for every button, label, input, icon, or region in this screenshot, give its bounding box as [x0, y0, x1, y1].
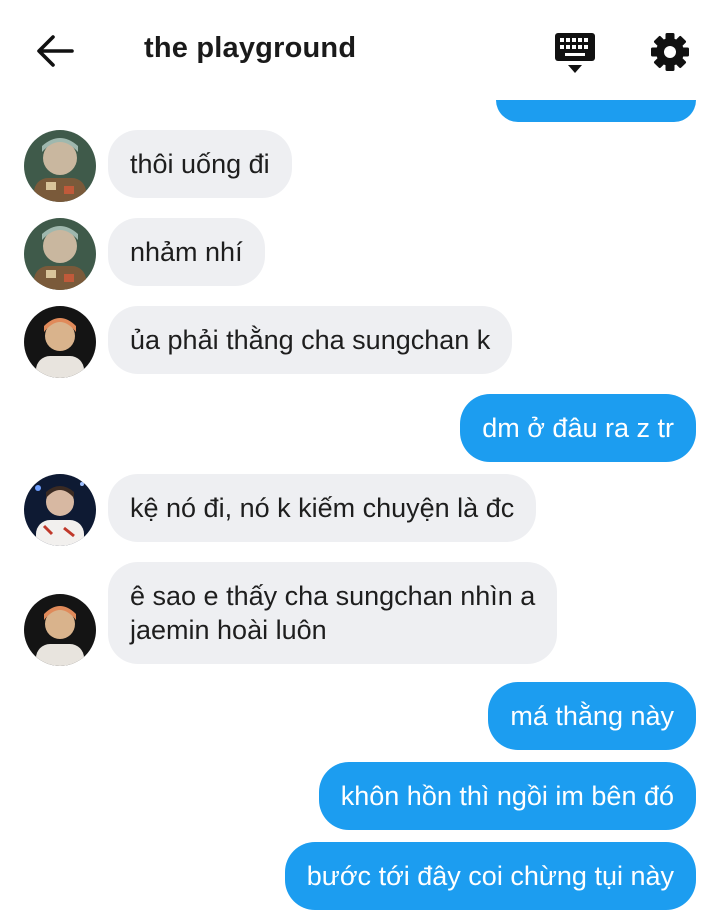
message-text: khôn hồn thì ngồi im bên đó	[340, 781, 674, 811]
avatar[interactable]	[24, 130, 96, 202]
previous-message-fragment	[496, 100, 696, 122]
message-bubble-incoming[interactable]: kệ nó đi, nó k kiếm chuyện là đc	[108, 474, 537, 542]
message-text: má thằng này	[510, 701, 674, 731]
gear-icon	[651, 33, 689, 71]
avatar[interactable]	[24, 218, 96, 290]
message-text: dm ở đâu ra z tr	[482, 413, 674, 443]
message-text: kệ nó đi, nó k kiếm chuyện là đc	[130, 493, 515, 523]
avatar[interactable]	[24, 474, 96, 546]
message-bubble-incoming[interactable]: thôi uống đi	[108, 130, 292, 198]
message-text: bước tới đây coi chừng tụi này	[306, 861, 674, 891]
keyboard-icon	[555, 33, 595, 73]
message-bubble-outgoing[interactable]: dm ở đâu ra z tr	[460, 394, 696, 462]
back-button[interactable]	[34, 30, 76, 72]
chat-header: the playground	[0, 0, 719, 100]
message-bubble-outgoing[interactable]: bước tới đây coi chừng tụi này	[284, 842, 696, 910]
message-bubble-outgoing[interactable]: khôn hồn thì ngồi im bên đó	[318, 762, 696, 830]
arrow-left-icon	[37, 35, 74, 67]
chat-title: the playground	[144, 32, 357, 64]
message-bubble-outgoing[interactable]: má thằng này	[488, 682, 696, 750]
settings-button[interactable]	[648, 30, 692, 74]
message-bubble-incoming[interactable]: ê sao e thấy cha sungchan nhìn a jaemin …	[108, 562, 558, 664]
message-bubble-incoming[interactable]: ủa phải thằng cha sungchan k	[108, 306, 513, 374]
avatar[interactable]	[24, 306, 96, 378]
message-text: nhảm nhí	[130, 237, 243, 267]
message-text-line: jaemin hoài luôn	[130, 615, 327, 645]
message-list: thôi uống đi nhảm nhí ủa phải thằng cha …	[0, 100, 719, 917]
message-text: thôi uống đi	[130, 149, 270, 179]
avatar[interactable]	[24, 594, 96, 666]
message-text-line: ê sao e thấy cha sungchan nhìn a	[130, 581, 536, 611]
message-text: ủa phải thằng cha sungchan k	[130, 325, 491, 355]
message-bubble-incoming[interactable]: nhảm nhí	[108, 218, 265, 286]
keyboard-button[interactable]	[553, 30, 597, 76]
